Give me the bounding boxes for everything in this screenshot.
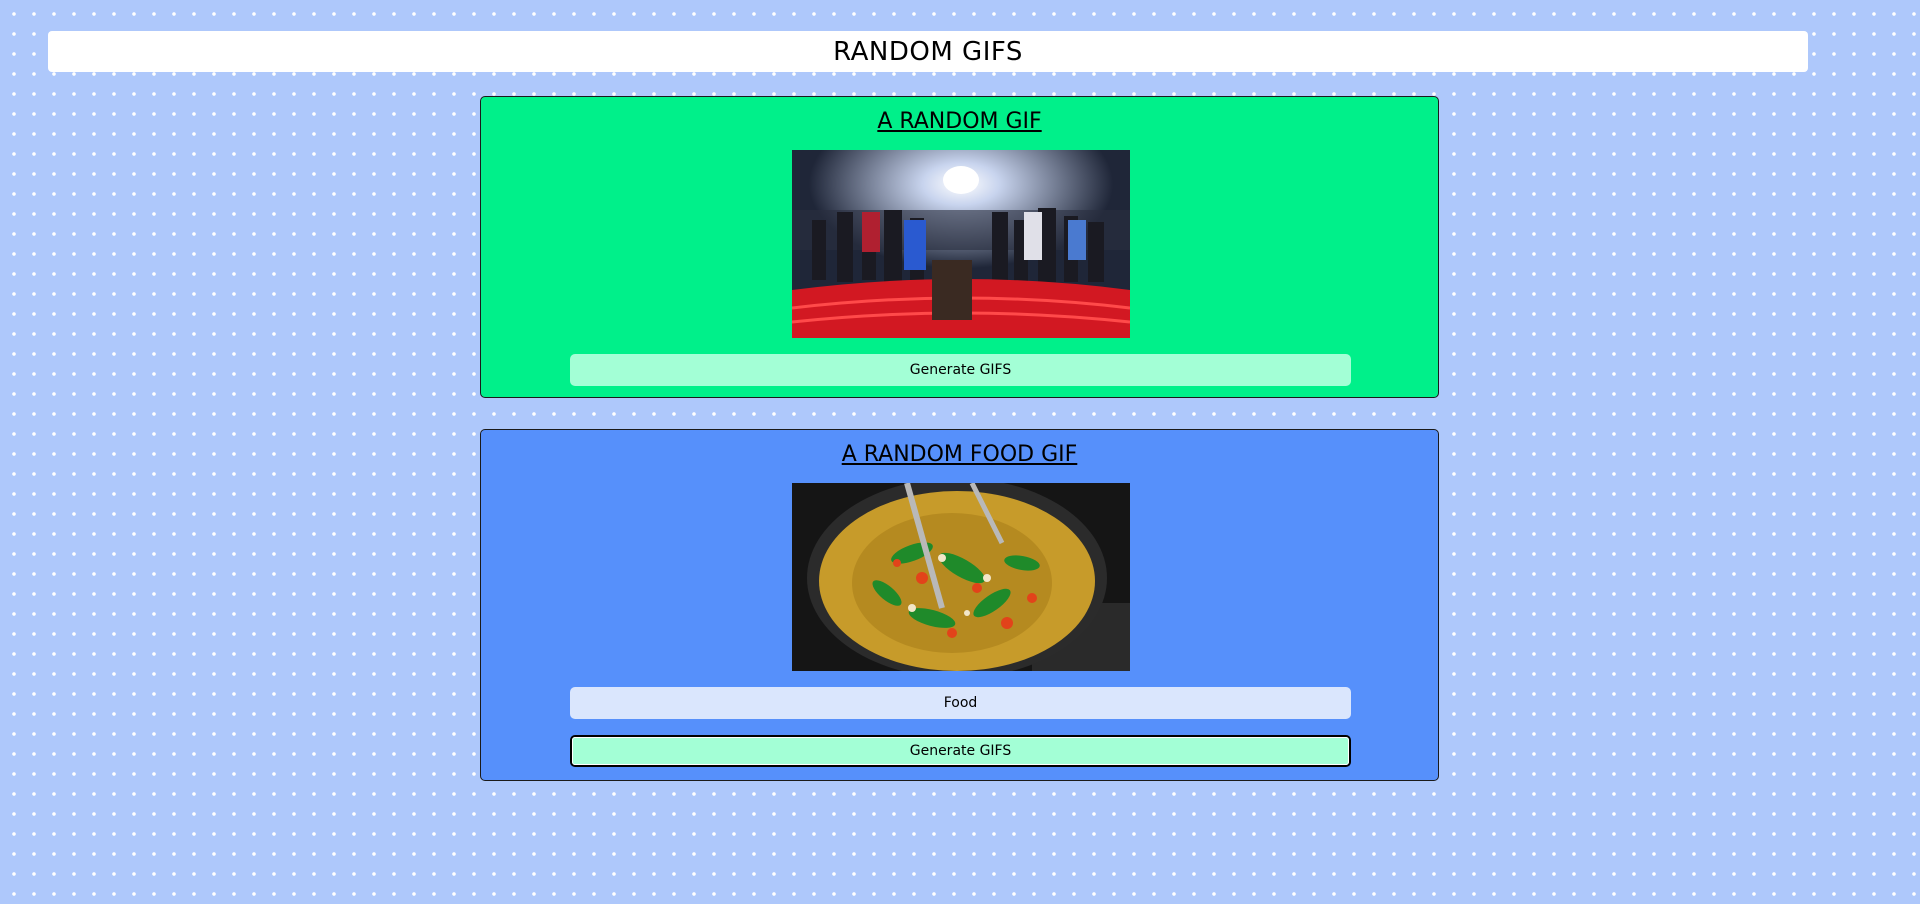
- food-tag-input[interactable]: [570, 687, 1351, 719]
- food-gif-card: A RANDOM FOOD GIF Food Generate GIFS: [480, 429, 1439, 781]
- page-header: RANDOM GIFS: [48, 31, 1808, 72]
- generate-food-gif-button[interactable]: Generate GIFS: [570, 735, 1351, 767]
- generate-random-gif-button[interactable]: Generate GIFS: [570, 354, 1351, 386]
- food-gif-image: [792, 483, 1130, 671]
- random-gif-image: [792, 150, 1130, 338]
- random-gif-title: A RANDOM GIF: [877, 109, 1042, 134]
- page-title: RANDOM GIFS: [833, 36, 1023, 67]
- food-gif-title: A RANDOM FOOD GIF: [841, 442, 1078, 467]
- random-gif-card: A RANDOM GIF Generate GIFS: [480, 96, 1439, 398]
